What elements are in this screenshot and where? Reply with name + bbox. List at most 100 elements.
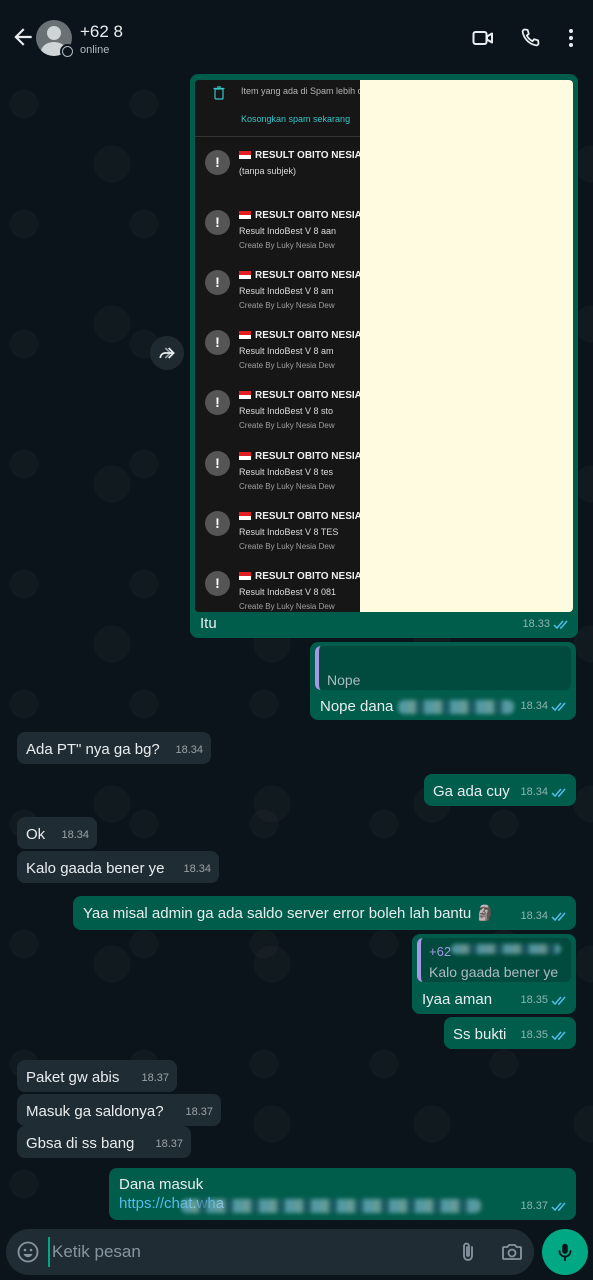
time-text: 18.34 xyxy=(520,910,548,922)
message-time: 18.34 xyxy=(520,783,568,802)
attach-icon[interactable] xyxy=(456,1240,480,1264)
time-text: 18.34 xyxy=(175,744,203,756)
more-vert-icon[interactable] xyxy=(559,26,583,50)
message-text: Iyaa aman xyxy=(422,991,493,1008)
flag-icon xyxy=(239,572,251,580)
message-text: Paket gw abis xyxy=(26,1069,120,1086)
read-ticks-icon xyxy=(551,1031,566,1041)
mail-title-text: RESULT OBITO NESIA xyxy=(255,571,362,582)
incoming-message[interactable]: Masuk ga saldonya? 18.37 xyxy=(17,1094,221,1126)
mail-title-text: RESULT OBITO NESIA xyxy=(255,390,362,401)
redaction-blur xyxy=(181,1199,481,1213)
warning-icon: ! xyxy=(205,210,230,235)
list-item: ! RESULT OBITO NESIA (tanpa subjek) xyxy=(195,142,362,202)
message-time: 18.37 xyxy=(520,1197,568,1216)
phone-icon[interactable] xyxy=(518,26,542,50)
flag-icon xyxy=(239,512,251,520)
warning-icon: ! xyxy=(205,571,230,596)
list-item: ! RESULT OBITO NESIA Result IndoBest V 8… xyxy=(195,503,362,563)
outgoing-message[interactable]: Ga ada cuy 18.34 xyxy=(424,774,576,806)
message-text: Masuk ga saldonya? xyxy=(26,1103,164,1120)
message-text: Ga ada cuy xyxy=(433,783,510,800)
shared-screenshot[interactable]: Item yang ada di Spam lebih d Kosongkan … xyxy=(195,80,573,612)
message-text: Nope dana xyxy=(320,698,394,715)
mail-preview: Create By Luky Nesia Dew xyxy=(239,542,335,551)
chat-area[interactable]: Item yang ada di Spam lebih d Kosongkan … xyxy=(0,68,593,1228)
avatar-head xyxy=(47,26,61,40)
spam-info-text: Item yang ada di Spam lebih d xyxy=(241,86,363,96)
incoming-message[interactable]: Paket gw abis 18.37 xyxy=(17,1060,177,1092)
mail-title-text: RESULT OBITO NESIA xyxy=(255,270,362,281)
quote-text: Nope xyxy=(327,672,361,688)
outgoing-message[interactable]: Ss bukti 18.35 xyxy=(444,1017,576,1049)
incoming-message[interactable]: Gbsa di ss bang 18.37 xyxy=(17,1126,191,1158)
message-text: Ss bukti xyxy=(453,1026,507,1043)
message-time: 18.37 xyxy=(185,1103,213,1122)
contact-name[interactable]: +62 8 xyxy=(80,22,123,42)
outgoing-message[interactable]: Yaa misal admin ga ada saldo server erro… xyxy=(73,896,576,930)
emoji-icon[interactable] xyxy=(16,1240,40,1264)
read-ticks-icon xyxy=(551,788,566,798)
chat-header: +62 8 online xyxy=(0,0,593,68)
flag-icon xyxy=(239,211,251,219)
divider xyxy=(195,136,360,137)
time-text: 18.37 xyxy=(155,1138,183,1150)
message-time: 18.34 xyxy=(183,860,211,879)
outgoing-message[interactable]: +62 Kalo gaada bener ye Iyaa aman 18.35 xyxy=(412,934,576,1014)
voice-message-button[interactable] xyxy=(542,1229,588,1275)
warning-icon: ! xyxy=(205,511,230,536)
quoted-message[interactable]: +62 Kalo gaada bener ye xyxy=(417,938,571,982)
mail-title-text: RESULT OBITO NESIA xyxy=(255,451,362,462)
message-time: 18.34 xyxy=(520,697,568,716)
outgoing-message[interactable]: Nope Nope dana 18.34 xyxy=(310,642,576,720)
message-time: 18.37 xyxy=(155,1135,183,1154)
time-text: 18.37 xyxy=(185,1106,213,1118)
mail-preview: Create By Luky Nesia Dew xyxy=(239,482,335,491)
message-time: 18.33 xyxy=(522,615,570,634)
read-ticks-icon xyxy=(553,620,568,630)
incoming-message[interactable]: Kalo gaada bener ye 18.34 xyxy=(17,851,219,883)
mail-title-text: RESULT OBITO NESIA xyxy=(255,511,362,522)
redaction-blur xyxy=(451,944,561,954)
image-message[interactable]: Item yang ada di Spam lebih d Kosongkan … xyxy=(190,74,578,638)
status-ring-icon xyxy=(60,44,75,59)
outgoing-message[interactable]: Dana masuk https://chat.wha 18.37 xyxy=(109,1168,576,1220)
flag-icon xyxy=(239,331,251,339)
quote-text: Kalo gaada bener ye xyxy=(429,964,559,980)
warning-icon: ! xyxy=(205,390,230,415)
message-text: Dana masuk xyxy=(119,1176,204,1193)
mail-title-text: RESULT OBITO NESIA xyxy=(255,330,362,341)
warning-icon: ! xyxy=(205,270,230,295)
message-text: Gbsa di ss bang xyxy=(26,1135,135,1152)
quote-sender: +62 xyxy=(429,944,452,959)
read-ticks-icon xyxy=(551,1202,566,1212)
time-text: 18.33 xyxy=(522,618,550,630)
message-text: Itu xyxy=(200,615,217,632)
flag-icon xyxy=(239,391,251,399)
message-time: 18.34 xyxy=(520,907,568,926)
time-text: 18.37 xyxy=(141,1072,169,1084)
message-text: Yaa misal admin ga ada saldo server erro… xyxy=(83,905,495,922)
message-text: Ok xyxy=(26,826,46,843)
list-item: ! RESULT OBITO NESIA Result IndoBest V 8… xyxy=(195,262,362,322)
message-time: 18.35 xyxy=(520,1026,568,1045)
read-ticks-icon xyxy=(551,702,566,712)
back-arrow-icon[interactable] xyxy=(10,24,36,50)
message-input[interactable] xyxy=(48,1237,438,1267)
forward-button[interactable] xyxy=(150,336,184,370)
video-call-icon[interactable] xyxy=(471,26,495,50)
list-item: ! RESULT OBITO NESIA Result IndoBest V 8… xyxy=(195,322,362,382)
read-ticks-icon xyxy=(551,996,566,1006)
time-text: 18.34 xyxy=(183,863,211,875)
mail-title-text: RESULT OBITO NESIA xyxy=(255,150,362,161)
message-text: Kalo gaada bener ye xyxy=(26,860,165,877)
incoming-message[interactable]: Ok 18.34 xyxy=(17,817,97,849)
contact-status: online xyxy=(80,44,110,56)
quoted-message[interactable]: Nope xyxy=(315,646,571,690)
message-time: 18.37 xyxy=(141,1069,169,1088)
time-text: 18.34 xyxy=(520,700,548,712)
warning-icon: ! xyxy=(205,150,230,175)
incoming-message[interactable]: Ada PT" nya ga bg? 18.34 xyxy=(17,732,211,764)
camera-icon[interactable] xyxy=(500,1240,524,1264)
list-item: ! RESULT OBITO NESIA Result IndoBest V 8… xyxy=(195,202,362,262)
